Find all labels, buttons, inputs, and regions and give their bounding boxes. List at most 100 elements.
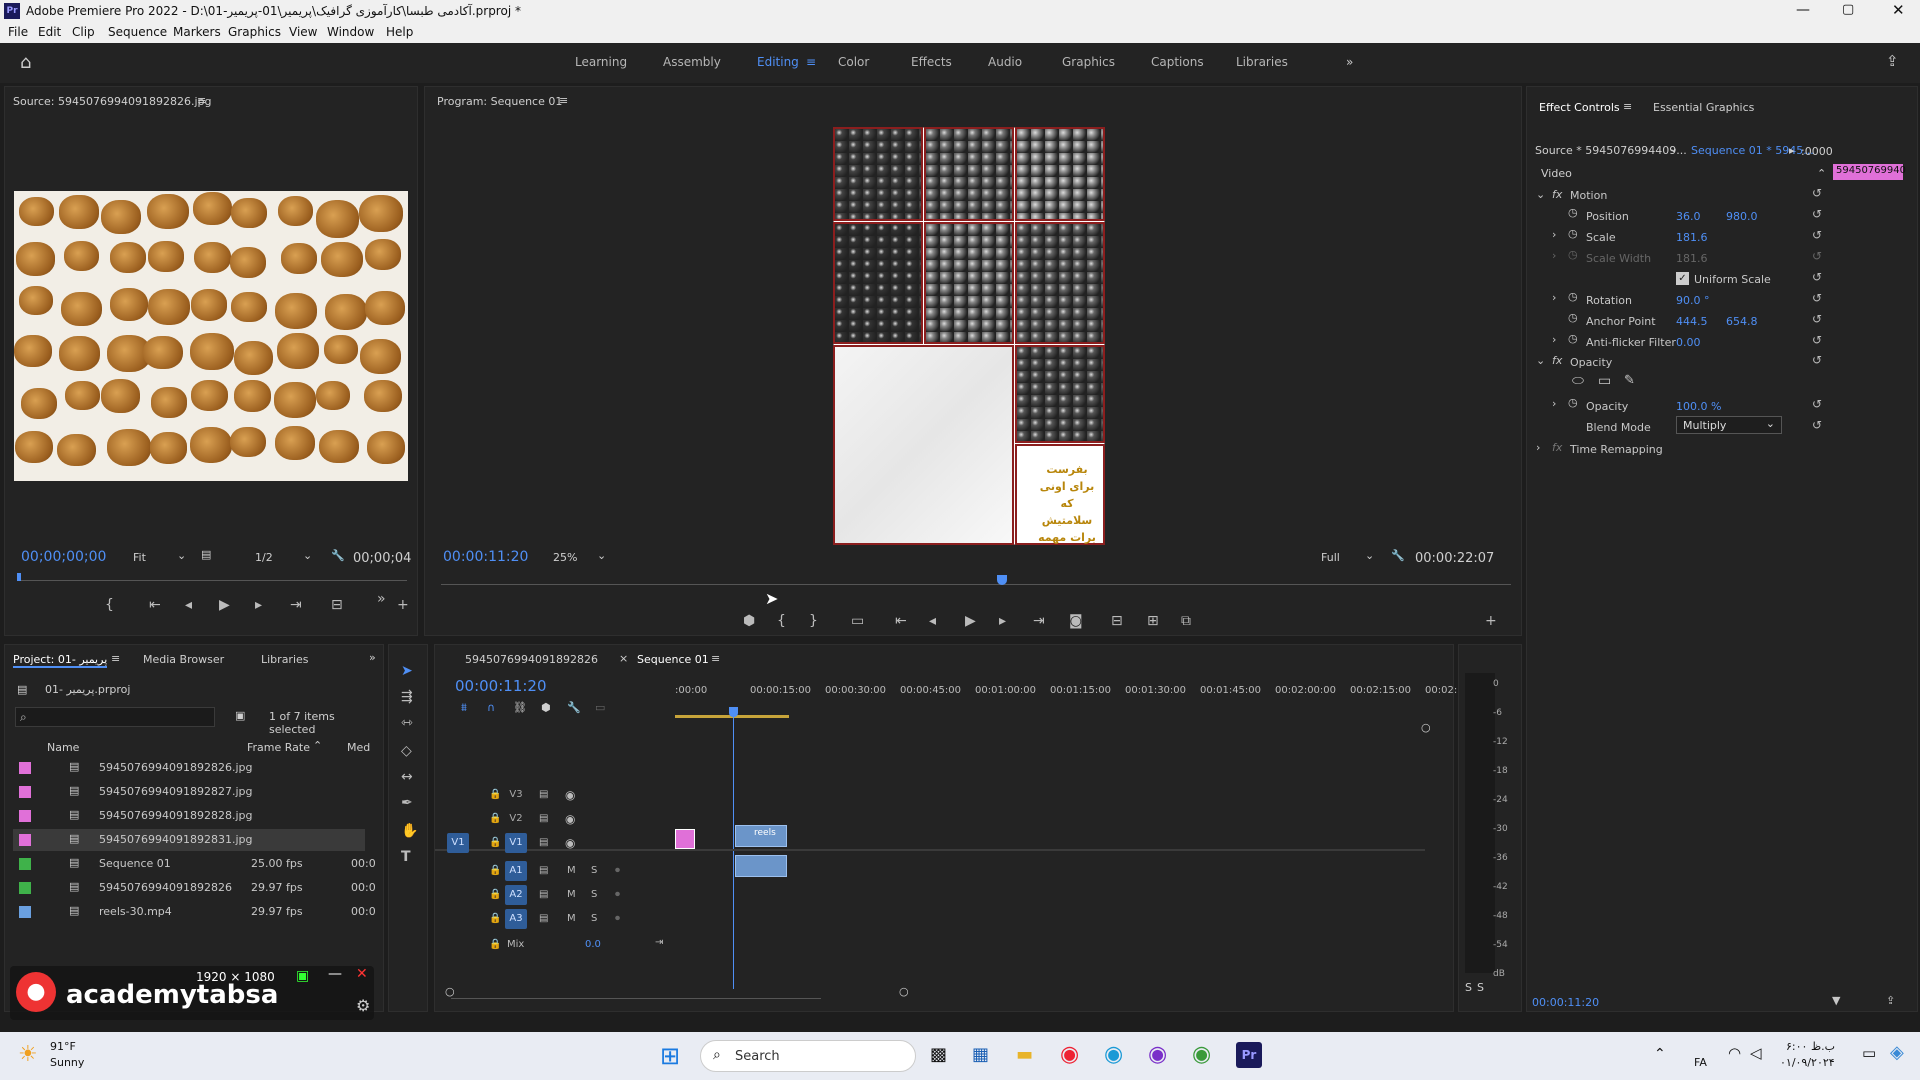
col-media[interactable]: Med	[347, 741, 370, 754]
menu-graphics[interactable]: Graphics	[228, 25, 281, 39]
reset-motion-icon[interactable]: ↺	[1812, 186, 1822, 200]
source-res-select[interactable]: 1/2	[255, 551, 273, 564]
reset-opacity-group-icon[interactable]: ↺	[1812, 353, 1822, 367]
motion-chevron-icon[interactable]: ⌄	[1536, 188, 1545, 201]
go-to-out-icon[interactable]: ⇥	[1033, 613, 1045, 629]
label-color-swatch[interactable]	[19, 834, 31, 846]
language-indicator[interactable]: FA	[1694, 1056, 1707, 1069]
program-title[interactable]: Program: Sequence 01	[437, 95, 562, 108]
reset-anchor-icon[interactable]: ↺	[1812, 312, 1822, 326]
add-button-icon[interactable]: +	[397, 597, 409, 613]
source-timecode[interactable]: 00;00;00;00	[21, 549, 106, 565]
label-color-swatch[interactable]	[19, 762, 31, 774]
menu-sequence[interactable]: Sequence	[108, 25, 167, 39]
label-color-swatch[interactable]	[19, 858, 31, 870]
anchor-x[interactable]: 444.5	[1676, 315, 1708, 328]
close-icon[interactable]: ✕	[1892, 1, 1905, 19]
reset-scale-icon[interactable]: ↺	[1812, 228, 1822, 242]
sync-lock-icon[interactable]: ▤	[539, 889, 548, 900]
minimize-icon[interactable]: —	[1796, 2, 1810, 18]
play-icon[interactable]: ▶	[219, 597, 230, 613]
menu-file[interactable]: File	[8, 25, 28, 39]
export-frame-icon[interactable]: ◙	[1069, 613, 1083, 629]
ec-source-dropdown-icon[interactable]: ⌄	[1669, 142, 1678, 155]
reset-blend-icon[interactable]: ↺	[1812, 418, 1822, 432]
track-target-button[interactable]: V3	[505, 785, 527, 805]
stopwatch-icon[interactable]: ◷	[1568, 290, 1578, 303]
solo-right-button[interactable]: S	[1477, 981, 1484, 994]
mute-button[interactable]: M	[567, 889, 576, 900]
mark-in-icon[interactable]: {	[105, 597, 114, 613]
more-controls-icon[interactable]: »	[377, 591, 386, 607]
go-to-out-icon[interactable]: ⇥	[290, 597, 302, 613]
a1-clip-reels-audio[interactable]	[735, 855, 787, 877]
media-app-icon[interactable]: ◉	[1148, 1042, 1167, 1067]
new-bin-icon[interactable]: ▣	[235, 709, 245, 722]
overlay-minimize-icon[interactable]: —	[328, 966, 342, 982]
add-marker-icon[interactable]: ⬢	[743, 613, 755, 629]
mic-icon[interactable]: ⏺	[615, 865, 620, 876]
reset-opacity-icon[interactable]: ↺	[1812, 397, 1822, 411]
zoom-dropdown-icon[interactable]: ⌄	[597, 549, 606, 562]
lock-icon[interactable]: 🔒	[489, 789, 501, 800]
workspace-menu-icon[interactable]: ≡	[806, 55, 816, 69]
sync-lock-icon[interactable]: ▤	[539, 865, 548, 876]
slip-tool-icon[interactable]: ↔	[401, 769, 413, 785]
hand-tool-icon[interactable]: ✋	[401, 823, 418, 839]
menu-edit[interactable]: Edit	[38, 25, 61, 39]
track-target-button[interactable]: V2	[505, 809, 527, 829]
pen-tool-icon[interactable]: ✒	[401, 795, 413, 811]
list-item[interactable]: ▤ reels-30.mp4 29.97 fps 00:0	[13, 901, 376, 923]
scale-width-chevron-icon[interactable]: ›	[1552, 249, 1556, 262]
scale-value[interactable]: 181.6	[1676, 231, 1708, 244]
windows-start-icon[interactable]: ⊞	[660, 1042, 680, 1070]
playhead-handle-icon[interactable]	[729, 707, 738, 717]
sort-ascending-icon[interactable]: ⌃	[313, 739, 322, 752]
selection-tool-icon[interactable]: ➤	[401, 663, 413, 679]
stopwatch-icon[interactable]: ◷	[1568, 206, 1578, 219]
lock-icon[interactable]: 🔒	[489, 913, 501, 924]
go-to-in-icon[interactable]: ⇤	[149, 597, 161, 613]
type-tool-icon[interactable]: T	[401, 849, 411, 865]
safe-margins-icon[interactable]: ▭	[851, 613, 864, 629]
lock-icon[interactable]: 🔒	[489, 939, 501, 950]
source-fit-select[interactable]: Fit	[133, 551, 146, 564]
step-forward-icon[interactable]: ▸	[999, 613, 1006, 629]
mix-value[interactable]: 0.0	[585, 939, 601, 950]
source-wrench-icon[interactable]: 🔧	[331, 549, 345, 562]
go-to-in-icon[interactable]: ⇤	[895, 613, 907, 629]
mark-out-icon[interactable]: }	[809, 613, 818, 629]
eye-icon[interactable]: ◉	[565, 836, 575, 850]
insert-icon[interactable]: ⊟	[331, 597, 343, 613]
v1-clip-pink[interactable]	[675, 829, 695, 849]
program-wrench-icon[interactable]: 🔧	[1391, 549, 1405, 562]
overlay-settings-icon[interactable]: ⚙	[356, 996, 370, 1015]
tab-essential-graphics[interactable]: Essential Graphics	[1653, 101, 1754, 114]
file-explorer-icon[interactable]: ▬	[1016, 1044, 1033, 1065]
extract-icon[interactable]: ⊞	[1147, 613, 1159, 629]
more-workspaces-icon[interactable]: »	[1346, 55, 1353, 69]
weather-icon[interactable]: ☀	[18, 1042, 38, 1067]
compare-icon[interactable]: ⧉	[1181, 613, 1191, 629]
program-menu-icon[interactable]: ≡	[559, 94, 568, 107]
stopwatch-icon[interactable]: ◷	[1568, 396, 1578, 409]
stopwatch-icon[interactable]: ◷	[1568, 311, 1578, 324]
time-ruler[interactable]: :00:00 00:00:15:00 00:00:30:00 00:00:45:00 0…	[675, 685, 1457, 709]
add-button-icon[interactable]: +	[1485, 613, 1497, 629]
sync-lock-icon[interactable]: ▤	[539, 789, 548, 800]
lock-icon[interactable]: 🔒	[489, 813, 501, 824]
chrome-icon[interactable]: ◉	[1060, 1042, 1079, 1067]
v1-clip-reels[interactable]: reels	[735, 825, 787, 847]
ec-export-icon[interactable]: ⇪	[1886, 994, 1895, 1007]
timeline-menu-icon[interactable]: ≡	[711, 652, 720, 665]
mute-button[interactable]: M	[567, 865, 576, 876]
scroll-handle-left-icon[interactable]: ○	[445, 985, 455, 998]
tab-project[interactable]: Project: 01- پریمیر	[13, 653, 108, 668]
record-icon[interactable]: ●	[16, 972, 56, 1012]
tray-chevron-icon[interactable]: ⌃	[1654, 1046, 1666, 1062]
notification-icon[interactable]: ▭	[1862, 1044, 1876, 1062]
program-timecode[interactable]: 00:00:11:20	[443, 549, 528, 565]
program-playhead-icon[interactable]	[997, 575, 1007, 585]
wifi-icon[interactable]: ◠	[1728, 1044, 1741, 1062]
reset-rotation-icon[interactable]: ↺	[1812, 291, 1822, 305]
